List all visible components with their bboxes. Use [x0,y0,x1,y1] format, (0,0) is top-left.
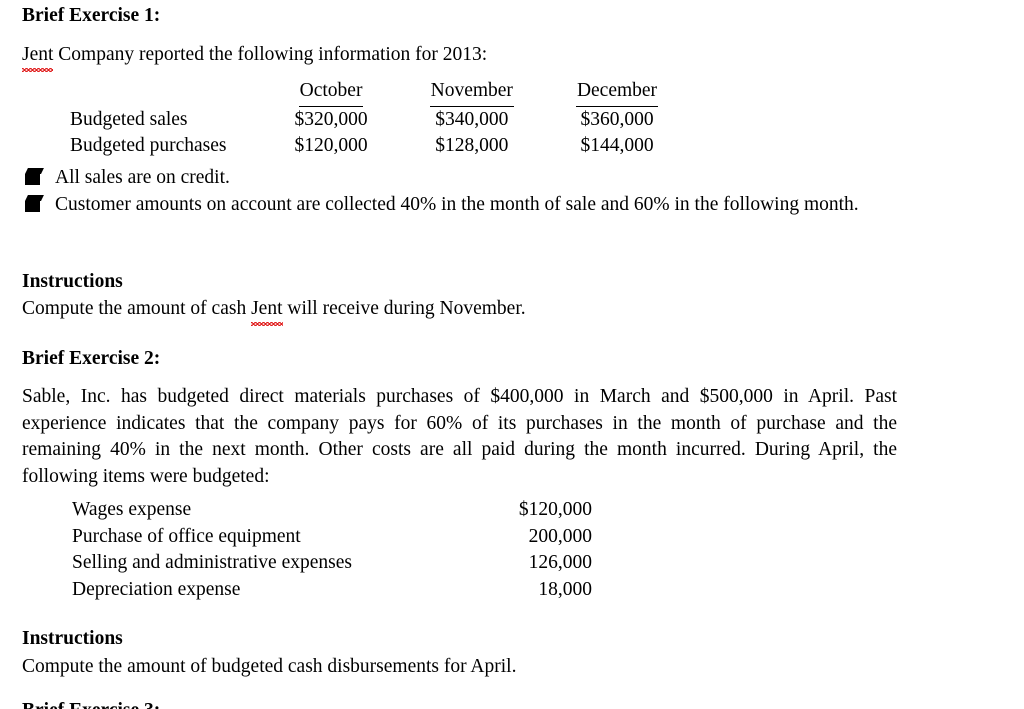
list-item: Customer amounts on account are collecte… [22,192,912,219]
row-label-wages-expense: Wages expense [72,499,192,520]
header-spacer-2 [368,78,430,107]
row-label-purchase-office-equipment: Purchase of office equipment [72,525,301,547]
table-row: Depreciation expense 18,000 [72,577,592,604]
cell-wages-expense-amount: $120,000 [518,499,592,520]
budgeted-items-table: Wages expense $120,000 Purchase of offic… [72,497,592,603]
budget-month-table: October November December Budgeted sales… [70,78,659,160]
cell-budgeted-purchases-october: $120,000 [294,135,368,156]
cell-budgeted-purchases-december: $144,000 [580,135,654,156]
instructions-1-suffix: will receive during November. [282,298,526,319]
cell-budgeted-sales-october: $320,000 [294,108,368,130]
cell-depreciation-expense-amount: 18,000 [538,578,592,600]
exercise-1-heading: Brief Exercise 1: [22,5,161,26]
header-blank [70,78,237,107]
misspelled-word-jent-intro: Jent [22,42,54,71]
table-row: Budgeted sales $320,000 $340,000 $360,00… [70,107,658,134]
row-label-budgeted-sales: Budgeted sales [70,108,188,130]
exercise-1-intro-rest: Company reported the following informati… [53,44,488,65]
document-page: Brief Exercise 1: Jent Company reported … [0,0,1024,709]
exercise-2-heading: Brief Exercise 2: [22,348,161,369]
cell-selling-admin-expenses-amount: 126,000 [528,552,592,573]
cell-spacer [237,133,295,160]
instructions-1-prefix: Compute the amount of cash [22,298,252,319]
clapper-bullet-icon [22,192,55,219]
cell-spacer [368,133,430,160]
exercise-2-instructions-heading: Instructions [22,628,123,649]
table-row: Wages expense $120,000 [72,497,592,524]
cell-purchase-office-equipment-amount: 200,000 [528,525,592,547]
header-spacer-1 [237,78,295,107]
column-header-december: December [575,78,659,107]
misspelled-word-jent-instructions: Jent [251,296,283,325]
table-row: Budgeted purchases $120,000 $128,000 $14… [70,133,658,160]
bullet-text-2: Customer amounts on account are collecte… [55,193,859,215]
list-item: All sales are on credit. [22,165,912,192]
cell-spacer [514,133,576,160]
exercise-3-heading-clipped: Brief Exercise 3: [22,701,160,709]
row-label-budgeted-purchases: Budgeted purchases [70,135,227,156]
exercise-1-bullet-list: All sales are on credit. Customer amount… [22,165,912,218]
column-header-october: October [295,78,368,107]
exercise-1-instructions-text: Compute the amount of cash Jent will rec… [22,296,922,325]
cell-spacer [237,107,295,134]
exercise-1-intro: Jent Company reported the following info… [22,42,922,71]
table-row: Purchase of office equipment 200,000 [72,524,592,551]
cell-budgeted-sales-november: $340,000 [435,108,509,130]
clapper-bullet-icon [22,165,55,192]
bullet-text-1: All sales are on credit. [55,167,230,188]
exercise-1-instructions-heading: Instructions [22,271,123,292]
header-spacer-3 [514,78,576,107]
table-header-row: October November December [70,78,659,107]
cell-spacer [514,107,576,134]
row-label-depreciation-expense: Depreciation expense [72,578,241,600]
cell-spacer [368,107,430,134]
row-label-selling-admin-expenses: Selling and administrative expenses [72,552,352,573]
cell-budgeted-sales-december: $360,000 [580,108,654,130]
cell-budgeted-purchases-november: $128,000 [435,135,509,156]
exercise-2-instructions-text: Compute the amount of budgeted cash disb… [22,656,517,677]
table-row: Selling and administrative expenses 126,… [72,550,592,577]
column-header-november: November [429,78,514,107]
exercise-2-paragraph: Sable, Inc. has budgeted direct material… [22,386,897,487]
